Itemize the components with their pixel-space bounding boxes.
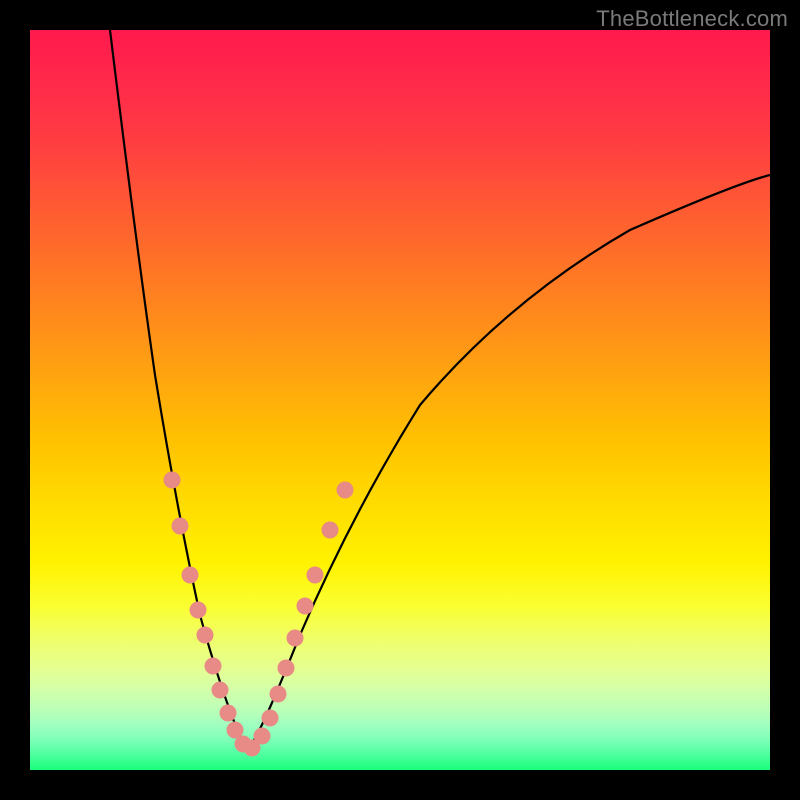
data-dot (337, 482, 354, 499)
data-dot (287, 630, 304, 647)
data-dot (254, 728, 271, 745)
watermark-text: TheBottleneck.com (596, 6, 788, 32)
data-dot (182, 567, 199, 584)
data-dots (164, 472, 354, 757)
plot-svg (30, 30, 770, 770)
plot-area (30, 30, 770, 770)
data-dot (322, 522, 339, 539)
chart-frame: TheBottleneck.com (0, 0, 800, 800)
data-dot (297, 598, 314, 615)
data-dot (197, 627, 214, 644)
data-dot (278, 660, 295, 677)
data-dot (262, 710, 279, 727)
data-dot (270, 686, 287, 703)
data-dot (220, 705, 237, 722)
curve-right (248, 175, 770, 750)
data-dot (190, 602, 207, 619)
data-dot (172, 518, 189, 535)
curve-left (110, 30, 248, 750)
data-dot (164, 472, 181, 489)
data-dot (307, 567, 324, 584)
data-dot (205, 658, 222, 675)
data-dot (212, 682, 229, 699)
